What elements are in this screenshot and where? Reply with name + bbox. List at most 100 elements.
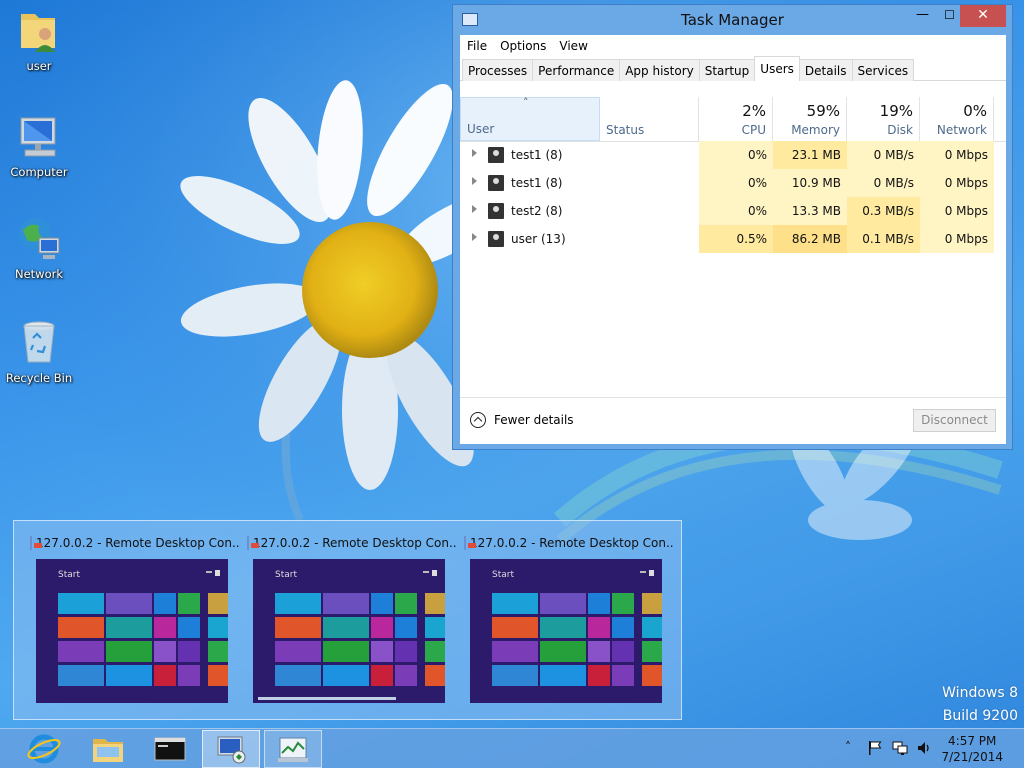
column-header-network[interactable]: 0% Network — [920, 97, 994, 141]
start-tile — [492, 665, 538, 686]
action-center-flag-icon[interactable] — [867, 740, 883, 756]
build-number-watermark: Build 9200 — [942, 708, 1018, 724]
internet-explorer-button[interactable] — [15, 730, 73, 768]
start-tile — [58, 617, 104, 638]
start-tile — [425, 641, 445, 662]
title-bar[interactable]: Task Manager — ☐ ✕ — [453, 5, 1012, 35]
fewer-details-label: Fewer details — [494, 413, 574, 427]
tab-processes[interactable]: Processes — [462, 59, 534, 81]
column-memory-label: Memory — [791, 123, 840, 137]
expand-arrow-icon[interactable] — [472, 149, 477, 157]
start-tile — [540, 641, 586, 662]
menu-options[interactable]: Options — [500, 39, 546, 57]
tab-app-history[interactable]: App history — [619, 59, 700, 81]
start-tile — [425, 593, 445, 614]
row-user-name: user (13) — [511, 232, 566, 246]
desktop-icon-label: Network — [14, 267, 64, 281]
row-disk: 0.1 MB/s — [847, 225, 920, 253]
row-memory: 10.9 MB — [773, 169, 847, 197]
remote-desktop-icon — [217, 736, 246, 764]
table-row[interactable]: test2 (8) 0% 13.3 MB 0.3 MB/s 0 Mbps — [460, 197, 1006, 225]
remote-desktop-button[interactable] — [202, 730, 260, 768]
desktop-icon-label: Computer — [10, 165, 68, 179]
start-tile — [106, 665, 152, 686]
row-disk: 0 MB/s — [847, 169, 920, 197]
remote-desktop-thumbnail[interactable]: 127.0.0.2 - Remote Desktop Con... Start — [247, 535, 457, 703]
tab-services[interactable]: Services — [851, 59, 915, 81]
start-tile — [275, 641, 321, 662]
close-button[interactable]: ✕ — [960, 5, 1006, 27]
recycle-bin-icon — [23, 321, 55, 363]
table-row[interactable]: test1 (8) 0% 10.9 MB 0 MB/s 0 Mbps — [460, 169, 1006, 197]
menu-view[interactable]: View — [559, 39, 587, 57]
task-manager-button[interactable] — [264, 730, 322, 768]
start-tile — [612, 593, 634, 614]
remote-desktop-icon — [464, 536, 476, 550]
minimize-button[interactable]: — — [908, 5, 937, 27]
column-header-cpu[interactable]: 2% CPU — [699, 97, 773, 141]
table-row[interactable]: user (13) 0.5% 86.2 MB 0.1 MB/s 0 Mbps — [460, 225, 1006, 253]
menu-bar: File Options View — [460, 35, 1006, 57]
row-network: 0 Mbps — [920, 225, 994, 253]
tab-users[interactable]: Users — [754, 56, 800, 81]
column-header-memory[interactable]: 59% Memory — [773, 97, 847, 141]
chevron-up-icon — [470, 412, 486, 428]
clock-time: 4:57 PM — [948, 734, 997, 748]
tab-startup[interactable]: Startup — [698, 59, 756, 81]
taskbar-thumbnail-panel: 127.0.0.2 - Remote Desktop Con... Start 12… — [13, 520, 682, 720]
start-tile — [425, 665, 445, 686]
desktop-icon-recycle-bin[interactable]: Recycle Bin — [0, 318, 78, 385]
row-cpu: 0.5% — [699, 225, 773, 253]
tab-details[interactable]: Details — [798, 59, 853, 81]
expand-arrow-icon[interactable] — [472, 177, 477, 185]
start-tile — [323, 665, 369, 686]
start-tile — [178, 665, 200, 686]
column-user-label: User — [467, 122, 495, 136]
user-folder-icon — [21, 14, 55, 52]
thumbnail-title: 127.0.0.2 - Remote Desktop Con... — [253, 536, 457, 550]
start-tile — [154, 665, 176, 686]
speaker-icon[interactable] — [916, 740, 932, 756]
show-hidden-icons-button[interactable]: ˄ — [845, 740, 851, 754]
desktop-icon-network[interactable]: Network — [0, 214, 78, 281]
clock[interactable]: 4:57 PM 7/21/2014 — [941, 733, 1003, 765]
start-tile — [208, 617, 228, 638]
desktop-icon-computer[interactable]: Computer — [0, 112, 78, 179]
table-row[interactable]: test1 (8) 0% 23.1 MB 0 MB/s 0 Mbps — [460, 141, 1006, 169]
row-cpu: 0% — [699, 197, 773, 225]
fewer-details-toggle[interactable]: Fewer details — [470, 412, 574, 428]
start-tile — [178, 641, 200, 662]
column-header-disk[interactable]: 19% Disk — [847, 97, 920, 141]
internet-explorer-icon — [27, 734, 61, 764]
remote-desktop-thumbnail[interactable]: 127.0.0.2 - Remote Desktop Con... Start — [30, 535, 240, 703]
start-screen-label: Start — [275, 570, 297, 580]
start-tile — [154, 641, 176, 662]
start-tile — [588, 593, 610, 614]
row-memory: 86.2 MB — [773, 225, 847, 253]
menu-file[interactable]: File — [467, 39, 487, 57]
desktop-icon-user[interactable]: user — [0, 6, 78, 73]
tab-strip: Processes Performance App history Startu… — [460, 56, 1006, 81]
footer-bar: Fewer details Disconnect — [460, 397, 1006, 444]
expand-arrow-icon[interactable] — [472, 205, 477, 213]
start-tile — [642, 617, 662, 638]
start-tile — [58, 641, 104, 662]
start-tile — [540, 593, 586, 614]
remote-desktop-thumbnail[interactable]: 127.0.0.2 - Remote Desktop Con... Start — [464, 535, 674, 703]
column-header-status[interactable]: Status — [600, 97, 699, 141]
tab-performance[interactable]: Performance — [532, 59, 621, 81]
row-user-name: test1 (8) — [511, 176, 563, 190]
disconnect-button[interactable]: Disconnect — [913, 409, 996, 432]
expand-arrow-icon[interactable] — [472, 233, 477, 241]
start-tile — [58, 665, 104, 686]
start-tile — [588, 665, 610, 686]
command-prompt-button[interactable] — [141, 730, 199, 768]
start-tile — [371, 641, 393, 662]
start-tile — [275, 593, 321, 614]
network-status-icon[interactable] — [892, 740, 908, 756]
start-tile — [208, 665, 228, 686]
system-tray: ˄ — [842, 729, 942, 768]
row-user-name: test1 (8) — [511, 148, 563, 162]
file-explorer-button[interactable] — [79, 730, 137, 768]
column-header-user[interactable]: ˄ User — [460, 96, 600, 141]
